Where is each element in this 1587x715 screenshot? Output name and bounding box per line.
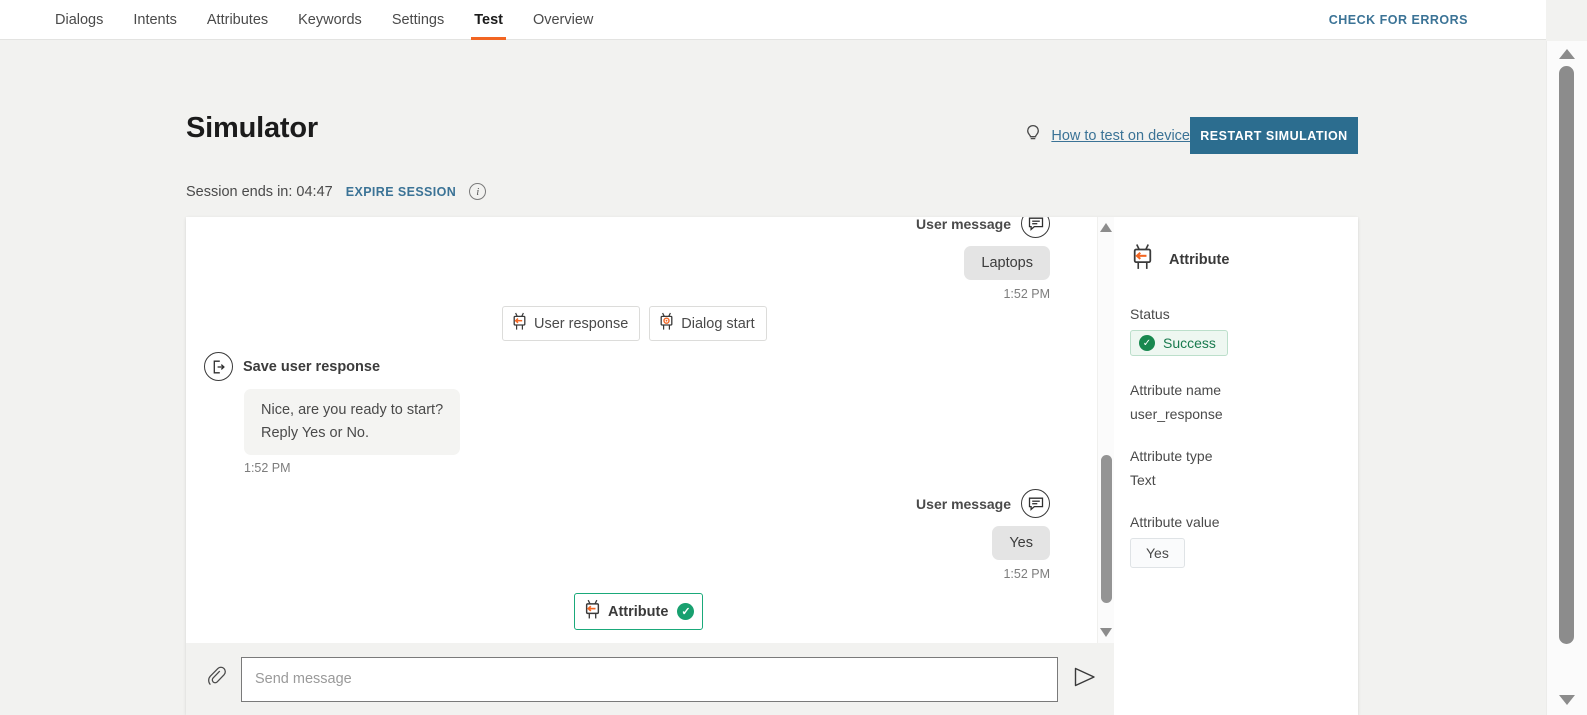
chat-scrollbar[interactable] — [1097, 217, 1114, 643]
chat-message-bot-1: Save user response Nice, are you ready t… — [204, 352, 461, 476]
detail-field-attribute-value: Attribute value Yes — [1130, 514, 1337, 568]
send-arrow-icon[interactable] — [1072, 665, 1098, 694]
session-info-row: Session ends in: 04:47 EXPIRE SESSION i — [186, 183, 487, 200]
paperclip-icon[interactable] — [206, 665, 227, 693]
page-scrollbar[interactable] — [1546, 41, 1587, 715]
chat-scroll-thumb[interactable] — [1101, 455, 1112, 603]
chat-column: User message Laptops 1:52 PM User respon… — [186, 217, 1114, 715]
robot-dialog-start-icon — [658, 312, 675, 335]
page-scroll-down-arrow[interactable] — [1559, 695, 1575, 705]
chat-message-user-1-header: User message — [916, 217, 1050, 238]
detail-field-attribute-name-value: user_response — [1130, 406, 1223, 422]
chat-message-user-1-time: 1:52 PM — [1003, 287, 1050, 301]
check-circle-icon: ✓ — [1139, 335, 1155, 351]
status-badge: ✓ Success — [1130, 330, 1228, 356]
tab-attributes-label: Attributes — [206, 11, 269, 28]
top-navigation-bar: Dialogs Intents Attributes Keywords Sett… — [0, 0, 1546, 40]
tab-test-label: Test — [474, 11, 503, 28]
page-title: Simulator — [186, 112, 318, 144]
robot-user-response-icon — [511, 312, 528, 335]
chat-scroll-up-arrow[interactable] — [1100, 223, 1112, 232]
chat-message-user-2-header: User message — [916, 489, 1050, 518]
chat-message-user-2: User message Yes 1:52 PM — [916, 489, 1050, 581]
chat-message-user-2-text: Yes — [992, 526, 1050, 560]
page-scroll-thumb[interactable] — [1559, 66, 1574, 644]
nav-tab-list: Dialogs Intents Attributes Keywords Sett… — [40, 0, 608, 40]
save-response-icon — [204, 352, 233, 381]
detail-field-attribute-value-label: Attribute value — [1130, 514, 1220, 530]
tab-test[interactable]: Test — [459, 0, 518, 40]
chat-message-user-1-text: Laptops — [964, 246, 1050, 280]
robot-attribute-icon — [583, 599, 602, 624]
tab-attributes[interactable]: Attributes — [192, 0, 283, 40]
chat-message-user-2-label: User message — [916, 495, 1011, 512]
detail-field-attribute-type: Attribute type Text — [1130, 448, 1337, 488]
chat-message-list: User message Laptops 1:52 PM User respon… — [186, 217, 1096, 643]
detail-field-attribute-name-label: Attribute name — [1130, 382, 1222, 398]
detail-field-attribute-type-value: Text — [1130, 472, 1156, 488]
detail-field-attribute-type-label: Attribute type — [1130, 448, 1213, 464]
chat-message-bot-1-time: 1:52 PM — [244, 461, 291, 476]
tab-overview[interactable]: Overview — [518, 0, 608, 40]
how-to-test-label: How to test on device — [1051, 128, 1190, 144]
details-title: Attribute — [1169, 251, 1230, 268]
tab-intents[interactable]: Intents — [118, 0, 192, 40]
expire-session-button[interactable]: EXPIRE SESSION — [346, 185, 457, 199]
tab-keywords[interactable]: Keywords — [283, 0, 377, 40]
status-badge-label: Success — [1163, 335, 1216, 351]
speech-bubble-icon — [1021, 489, 1050, 518]
tab-dialogs-label: Dialogs — [55, 11, 104, 28]
simulator-card: User message Laptops 1:52 PM User respon… — [186, 217, 1358, 715]
chip-dialog-start[interactable]: Dialog start — [649, 306, 767, 341]
node-chips-row: User response Dialog start — [502, 306, 767, 341]
check-for-errors-button[interactable]: CHECK FOR ERRORS — [1329, 0, 1468, 40]
chip-attribute-label: Attribute — [608, 603, 669, 620]
detail-field-attribute-value-box: Yes — [1130, 538, 1185, 568]
robot-attribute-icon — [1130, 243, 1155, 276]
chip-user-response-label: User response — [534, 315, 629, 332]
tab-settings[interactable]: Settings — [377, 0, 459, 40]
chat-scroll-down-arrow[interactable] — [1100, 628, 1112, 637]
tab-settings-label: Settings — [391, 11, 445, 28]
chat-message-user-1-label: User message — [916, 217, 1011, 232]
tab-keywords-label: Keywords — [298, 11, 362, 28]
attribute-details-panel: Attribute Status ✓ Success Attribute nam… — [1114, 217, 1357, 715]
tab-dialogs[interactable]: Dialogs — [40, 0, 118, 40]
speech-bubble-icon — [1021, 217, 1050, 238]
restart-simulation-label: RESTART SIMULATION — [1200, 128, 1348, 143]
check-circle-icon: ✓ — [677, 603, 695, 620]
chat-message-user-2-time: 1:52 PM — [1003, 567, 1050, 581]
chip-dialog-start-label: Dialog start — [681, 315, 755, 332]
detail-field-attribute-name: Attribute name user_response — [1130, 382, 1337, 422]
page-scroll-up-arrow[interactable] — [1559, 49, 1575, 59]
details-header: Attribute — [1130, 243, 1337, 276]
detail-field-status: Status ✓ Success — [1130, 306, 1337, 356]
restart-simulation-button[interactable]: RESTART SIMULATION — [1190, 117, 1358, 154]
info-icon[interactable]: i — [469, 183, 487, 200]
chip-attribute-selected[interactable]: Attribute ✓ — [574, 593, 704, 630]
session-timer-label: Session ends in: 04:47 — [186, 183, 333, 200]
lightbulb-icon — [1024, 124, 1042, 148]
page-content: Simulator Session ends in: 04:47 EXPIRE … — [0, 41, 1546, 715]
message-composer — [186, 643, 1114, 715]
attribute-chip-row: Attribute ✓ — [574, 593, 704, 630]
tab-intents-label: Intents — [133, 11, 177, 28]
detail-field-status-label: Status — [1130, 306, 1170, 322]
chat-message-user-1: User message Laptops 1:52 PM — [916, 217, 1050, 301]
how-to-test-on-device-link[interactable]: How to test on device — [1024, 124, 1190, 148]
chat-message-bot-1-header: Save user response — [204, 352, 460, 381]
chat-scroll-area[interactable]: User message Laptops 1:52 PM User respon… — [186, 217, 1114, 643]
chip-user-response[interactable]: User response — [502, 306, 641, 341]
chat-message-bot-1-text: Nice, are you ready to start? Reply Yes … — [244, 389, 461, 456]
chat-message-bot-1-label: Save user response — [243, 358, 381, 375]
tab-overview-label: Overview — [532, 11, 594, 28]
send-message-input[interactable] — [241, 656, 1058, 702]
